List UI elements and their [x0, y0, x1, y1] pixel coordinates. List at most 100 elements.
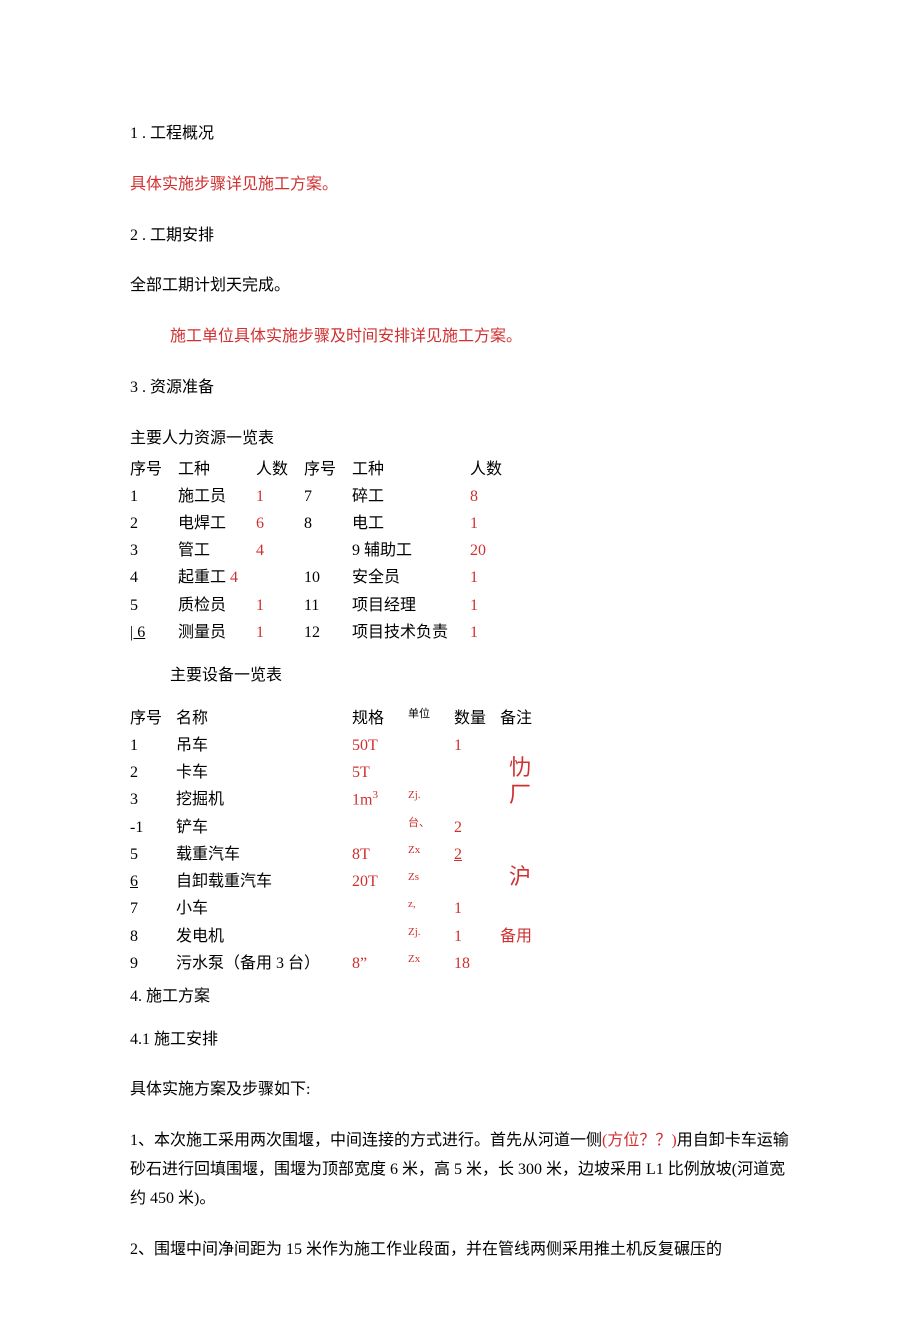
cell-seq: 2: [130, 759, 176, 786]
table1-header-row: 序号 工种 人数 序号 工种 人数: [130, 456, 518, 483]
cell-qty: 1: [454, 732, 500, 759]
cell-qty: 2: [454, 814, 500, 841]
section4-subheading: 4.1 施工安排: [130, 1026, 790, 1055]
cell-seq-a: 3: [130, 537, 178, 564]
cell-seq: 5: [130, 841, 176, 868]
section4-heading: 4. 施工方案: [130, 983, 790, 1012]
cell-count-a: 1: [256, 619, 304, 646]
cell-unit: [408, 759, 454, 786]
table-row: 6自卸载重汽车20TZs沪: [130, 868, 556, 895]
cell-role-a: 测量员: [178, 619, 256, 646]
cell-qty: 2: [454, 841, 500, 868]
cell-spec: 5T: [352, 759, 408, 786]
cell-role-a: 质检员: [178, 592, 256, 619]
cell-seq-b: [304, 537, 352, 564]
table2-header-row: 序号 名称 规格 单位 数量 备注: [130, 705, 556, 732]
seal-mark: 厂: [509, 784, 531, 806]
th2-seq: 序号: [130, 705, 176, 732]
cell-count-a: 6: [256, 510, 304, 537]
cell-qty: 18: [454, 950, 500, 977]
cell-unit: Zj.: [408, 786, 454, 814]
section2-note: 施工单位具体实施步骤及时间安排详见施工方案。: [130, 323, 790, 352]
cell-seq: 8: [130, 923, 176, 950]
table1-title: 主要人力资源一览表: [130, 425, 790, 454]
cell-qty: 1: [454, 895, 500, 922]
cell-seq-b: 7: [304, 483, 352, 510]
cell-unit: z,: [408, 895, 454, 922]
cell-seq-b: 11: [304, 592, 352, 619]
cell-name: 铲车: [176, 814, 352, 841]
th2-name: 名称: [176, 705, 352, 732]
cell-count-b: 1: [470, 564, 518, 591]
cell-spec: 8”: [352, 950, 408, 977]
cell-seq: 9: [130, 950, 176, 977]
cell-seq-a: 2: [130, 510, 178, 537]
cell-qty: 沪: [454, 868, 500, 895]
section3-heading: 3 . 资源准备: [130, 374, 790, 403]
th2-note: 备注: [500, 705, 556, 732]
cell-name: 自卸载重汽车: [176, 868, 352, 895]
table-row: 3管工49 辅助工20: [130, 537, 518, 564]
table-row: 2电焊工68电工1: [130, 510, 518, 537]
cell-role-a: 起重工 4: [178, 564, 256, 591]
cell-role-b: 电工: [352, 510, 470, 537]
section2-heading: 2 . 工期安排: [130, 222, 790, 251]
cell-unit: 台、: [408, 814, 454, 841]
cell-unit: Zx: [408, 841, 454, 868]
cell-name: 小车: [176, 895, 352, 922]
cell-count-b: 20: [470, 537, 518, 564]
cell-role-b: 项目经理: [352, 592, 470, 619]
cell-seq-b: 8: [304, 510, 352, 537]
th2-qty: 数量: [454, 705, 500, 732]
section4-para1-a: 1、本次施工采用两次围堰，中间连接的方式进行。首先从河道一侧: [130, 1132, 602, 1149]
cell-name: 卡车: [176, 759, 352, 786]
cell-unit: Zj.: [408, 923, 454, 950]
section4-para2: 2、围堰中间净间距为 15 米作为施工作业段面，并在管线两侧采用推土机反复碾压的: [130, 1236, 790, 1265]
table-row: 8发电机Zj.1备用: [130, 923, 556, 950]
cell-seq-a: 4: [130, 564, 178, 591]
cell-unit: Zx: [408, 950, 454, 977]
cell-seq-b: 10: [304, 564, 352, 591]
table-row: 5载重汽车8TZx2: [130, 841, 556, 868]
cell-seq-b: 12: [304, 619, 352, 646]
cell-spec: 8T: [352, 841, 408, 868]
table-row: 3挖掘机1m3Zj.厂: [130, 786, 556, 814]
cell-seq-a: 5: [130, 592, 178, 619]
table2: 序号 名称 规格 单位 数量 备注 1吊车50T12卡车5T忇3挖掘机1m3Zj…: [130, 705, 556, 977]
table-row: 5质检员111项目经理1: [130, 592, 518, 619]
section4-para1-red: (方位？？): [602, 1132, 677, 1149]
table-row: 9污水泵（备用 3 台）8”Zx18: [130, 950, 556, 977]
cell-unit: [408, 732, 454, 759]
cell-seq: 1: [130, 732, 176, 759]
cell-name: 吊车: [176, 732, 352, 759]
cell-role-a: 管工: [178, 537, 256, 564]
section1-note: 具体实施步骤详见施工方案。: [130, 171, 790, 200]
th-seq-b: 序号: [304, 456, 352, 483]
section4-intro: 具体实施方案及步骤如下:: [130, 1076, 790, 1105]
cell-count-a: 1: [256, 483, 304, 510]
table-row: | 6测量员112项目技术负责1: [130, 619, 518, 646]
cell-qty: 忇: [454, 759, 500, 786]
cell-count-a: [256, 564, 304, 591]
th-count-a: 人数: [256, 456, 304, 483]
cell-unit: Zs: [408, 868, 454, 895]
table2-title: 主要设备一览表: [130, 662, 790, 691]
cell-seq: -1: [130, 814, 176, 841]
cell-role-a: 施工员: [178, 483, 256, 510]
cell-name: 发电机: [176, 923, 352, 950]
section2-body: 全部工期计划天完成。: [130, 272, 790, 301]
cell-count-b: 8: [470, 483, 518, 510]
cell-role-b: 9 辅助工: [352, 537, 470, 564]
cell-name: 载重汽车: [176, 841, 352, 868]
cell-note: 备用: [500, 923, 556, 950]
cell-count-b: 1: [470, 619, 518, 646]
th-seq-a: 序号: [130, 456, 178, 483]
table-row: 1施工员17碎工8: [130, 483, 518, 510]
cell-role-b: 碎工: [352, 483, 470, 510]
table-row: 2卡车5T 忇: [130, 759, 556, 786]
table-row: 7小车z,1: [130, 895, 556, 922]
seal-mark: 忇: [509, 757, 531, 779]
section4-para1: 1、本次施工采用两次围堰，中间连接的方式进行。首先从河道一侧(方位？？)用自卸卡…: [130, 1127, 790, 1213]
cell-role-a: 电焊工: [178, 510, 256, 537]
cell-qty: 厂: [454, 786, 500, 814]
